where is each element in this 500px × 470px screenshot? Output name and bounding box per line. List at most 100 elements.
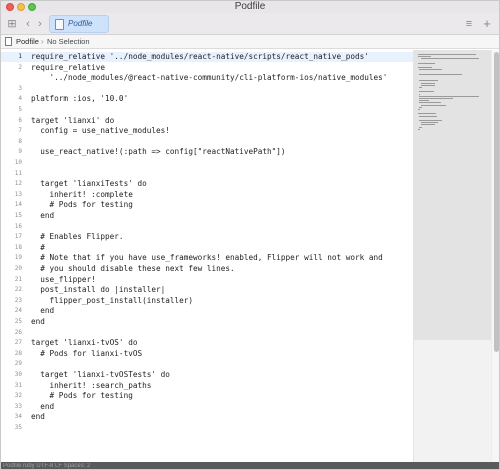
code-line[interactable]: 32 # Pods for testing <box>1 391 413 401</box>
code-line[interactable]: '../node_modules/@react-native-community… <box>1 73 413 83</box>
code-line[interactable]: 6 target 'lianxi' do <box>1 116 413 126</box>
code-line[interactable]: 4 platform :ios, '10.0' <box>1 94 413 104</box>
code-text[interactable]: # <box>31 243 45 253</box>
code-line[interactable]: 12 target 'lianxiTests' do <box>1 179 413 189</box>
code-line[interactable]: 14 # Pods for testing <box>1 200 413 210</box>
code-text[interactable]: platform :ios, '10.0' <box>31 94 128 104</box>
line-number: 13 <box>14 190 22 198</box>
tab-podfile[interactable]: Podfile <box>49 15 109 33</box>
code-line[interactable]: 11 <box>1 169 413 179</box>
code-line[interactable]: 7 config = use_native_modules! <box>1 126 413 136</box>
code-text[interactable]: flipper_post_install(installer) <box>31 296 194 306</box>
code-text[interactable]: require_relative <box>31 63 105 73</box>
code-text[interactable]: # Pods for testing <box>31 200 133 210</box>
code-text[interactable]: post_install do |installer| <box>31 285 165 295</box>
line-number: 19 <box>14 254 22 262</box>
code-line[interactable]: 8 <box>1 137 413 147</box>
minimap-line <box>418 62 435 64</box>
code-line[interactable]: 29 <box>1 359 413 369</box>
code-line[interactable]: 1 require_relative '../node_modules/react… <box>1 52 413 62</box>
code-text[interactable]: target 'lianxi' do <box>31 116 114 126</box>
code-line[interactable]: 10 <box>1 158 413 168</box>
code-line[interactable]: 2 require_relative <box>1 63 413 73</box>
line-number: 16 <box>14 222 22 230</box>
related-items-grid-icon[interactable]: ⊞ <box>5 16 19 32</box>
code-text[interactable]: end <box>31 412 45 422</box>
line-number: 21 <box>14 275 22 283</box>
code-line[interactable]: 35 <box>1 423 413 433</box>
jump-bar-selection[interactable]: No Selection <box>47 35 90 49</box>
code-line[interactable]: 23 flipper_post_install(installer) <box>1 296 413 306</box>
line-number: 9 <box>18 148 22 156</box>
tab-label: Podfile <box>68 19 93 28</box>
code-text[interactable]: end <box>31 306 54 316</box>
code-line[interactable]: 27 target 'lianxi-tvOS' do <box>1 338 413 348</box>
code-line[interactable]: 33 end <box>1 402 413 412</box>
line-number: 35 <box>14 424 22 431</box>
minimap-line <box>420 104 446 106</box>
minimap-line <box>419 91 434 93</box>
code-text[interactable]: # Pods for testing <box>31 391 133 401</box>
code-line[interactable]: 16 <box>1 222 413 232</box>
code-text[interactable]: target 'lianxi-tvOS' do <box>31 338 137 348</box>
code-text[interactable]: inherit! :search_paths <box>31 381 152 391</box>
minimap[interactable] <box>413 50 491 462</box>
code-text[interactable]: require_relative '../node_modules/react-… <box>31 52 369 62</box>
code-line[interactable]: 30 target 'lianxi-tvOSTests' do <box>1 370 413 380</box>
minimap-line <box>419 106 422 108</box>
minimap-line <box>419 100 429 102</box>
code-text[interactable]: use_react_native!(:path => config["react… <box>31 147 285 157</box>
code-text[interactable]: end <box>31 211 54 221</box>
code-line[interactable]: 21 use_flipper! <box>1 275 413 285</box>
line-number: 3 <box>18 84 22 92</box>
code-text[interactable]: target 'lianxi-tvOSTests' do <box>31 370 170 380</box>
editor-options-lines-icon[interactable]: ≡ <box>463 16 475 32</box>
scrollbar-thumb[interactable] <box>494 52 499 352</box>
code-text[interactable]: config = use_native_modules! <box>31 126 170 136</box>
code-line[interactable]: 3 <box>1 84 413 94</box>
code-text[interactable]: target 'lianxiTests' do <box>31 179 146 189</box>
code-line[interactable]: 18 # <box>1 243 413 253</box>
code-line[interactable]: 19 # Note that if you have use_framework… <box>1 253 413 263</box>
code-text[interactable]: end <box>31 317 45 327</box>
code-text[interactable]: # Note that if you have use_frameworks! … <box>31 253 383 263</box>
back-chevron-icon[interactable]: ‹ <box>23 16 33 32</box>
code-text[interactable]: inherit! :complete <box>31 190 133 200</box>
code-text[interactable]: # Pods for lianxi-tvOS <box>31 349 142 359</box>
file-icon <box>55 19 64 30</box>
line-number: 2 <box>18 63 22 71</box>
code-line[interactable]: 26 <box>1 328 413 338</box>
code-line[interactable]: 28 # Pods for lianxi-tvOS <box>1 349 413 359</box>
code-text[interactable]: use_flipper! <box>31 275 96 285</box>
code-line[interactable]: 13 inherit! :complete <box>1 190 413 200</box>
code-line[interactable]: 9 use_react_native!(:path => config["rea… <box>1 147 413 157</box>
minimap-line <box>420 82 436 84</box>
add-editor-plus-icon[interactable]: + <box>481 16 493 32</box>
jump-bar-file[interactable]: Podfile <box>16 35 39 49</box>
line-number: 10 <box>14 159 22 166</box>
file-icon <box>5 37 12 46</box>
code-line[interactable]: 5 <box>1 105 413 115</box>
code-line[interactable]: 15 end <box>1 211 413 221</box>
code-line[interactable]: 34 end <box>1 412 413 422</box>
code-text[interactable]: '../node_modules/@react-native-community… <box>31 73 388 83</box>
code-line[interactable]: 17 # Enables Flipper. <box>1 232 413 242</box>
minimap-line <box>419 80 438 82</box>
minimap-line <box>419 98 453 99</box>
title-bar: Podfile <box>1 1 499 13</box>
code-text[interactable]: # you should disable these next few line… <box>31 264 234 274</box>
minimap-line <box>418 109 421 110</box>
code-line[interactable]: 31 inherit! :search_paths <box>1 381 413 391</box>
code-text[interactable]: # Enables Flipper. <box>31 232 123 242</box>
code-editor[interactable]: 1 require_relative '../node_modules/react… <box>1 50 413 462</box>
line-number: 24 <box>14 307 22 315</box>
minimap-visible-region[interactable] <box>414 50 491 340</box>
toolbar: ⊞ ‹ › Podfile ≡ + <box>1 13 499 35</box>
vertical-scrollbar[interactable] <box>491 50 499 462</box>
code-line[interactable]: 22 post_install do |installer| <box>1 285 413 295</box>
code-line[interactable]: 25 end <box>1 317 413 327</box>
code-line[interactable]: 20 # you should disable these next few l… <box>1 264 413 274</box>
forward-chevron-icon[interactable]: › <box>35 16 45 32</box>
code-line[interactable]: 24 end <box>1 306 413 316</box>
code-text[interactable]: end <box>31 402 54 412</box>
